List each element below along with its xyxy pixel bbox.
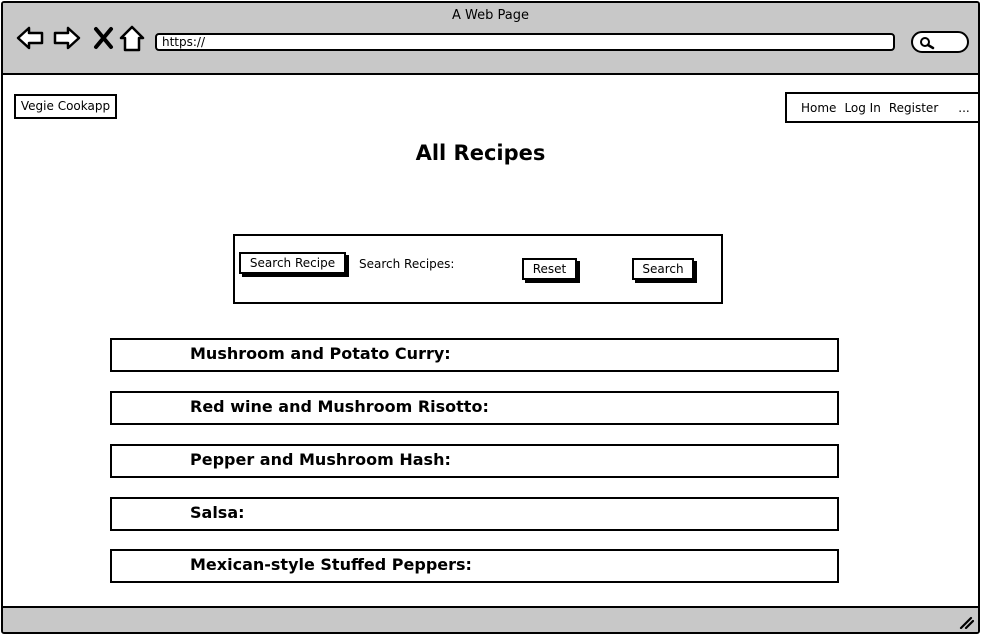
recipe-title: Mushroom and Potato Curry: <box>190 344 451 363</box>
recipe-title: Salsa: <box>190 503 245 522</box>
reset-button[interactable]: Reset <box>522 258 577 280</box>
close-icon[interactable] <box>89 23 119 53</box>
status-bar <box>3 606 978 632</box>
nav-login-link[interactable]: Log In <box>844 101 880 115</box>
search-recipe-button[interactable]: Search Recipe <box>239 252 346 274</box>
nav-more-link[interactable]: ... <box>958 101 969 115</box>
url-input[interactable]: https:// <box>155 33 895 51</box>
nav-home-link[interactable]: Home <box>801 101 836 115</box>
search-panel: Search Recipe Search Recipes: Reset Sear… <box>233 234 723 304</box>
browser-chrome: A Web Page https:// <box>3 3 978 75</box>
back-arrow-icon[interactable] <box>15 23 45 53</box>
browser-window: A Web Page https:// Vegie Cookapp Home L… <box>1 1 980 634</box>
forward-arrow-icon[interactable] <box>52 23 82 53</box>
recipe-item[interactable]: Red wine and Mushroom Risotto: <box>110 391 839 425</box>
recipe-item[interactable]: Salsa: <box>110 497 839 531</box>
recipe-title: Pepper and Mushroom Hash: <box>190 450 451 469</box>
resize-grip-icon[interactable] <box>958 615 974 629</box>
top-navigation: Home Log In Register ... <box>785 92 978 123</box>
recipe-item[interactable]: Mushroom and Potato Curry: <box>110 338 839 372</box>
nav-register-link[interactable]: Register <box>889 101 938 115</box>
recipe-title: Mexican-style Stuffed Peppers: <box>190 555 472 574</box>
recipe-item[interactable]: Pepper and Mushroom Hash: <box>110 444 839 478</box>
window-title: A Web Page <box>452 8 529 23</box>
search-icon <box>920 37 935 50</box>
browser-search-field[interactable] <box>911 31 969 53</box>
search-recipes-label: Search Recipes: <box>359 257 455 271</box>
recipe-title: Red wine and Mushroom Risotto: <box>190 397 489 416</box>
site-logo[interactable]: Vegie Cookapp <box>14 94 117 119</box>
search-button[interactable]: Search <box>632 258 694 280</box>
home-icon[interactable] <box>117 23 147 53</box>
page-title: All Recipes <box>415 141 546 165</box>
recipe-item[interactable]: Mexican-style Stuffed Peppers: <box>110 549 839 583</box>
